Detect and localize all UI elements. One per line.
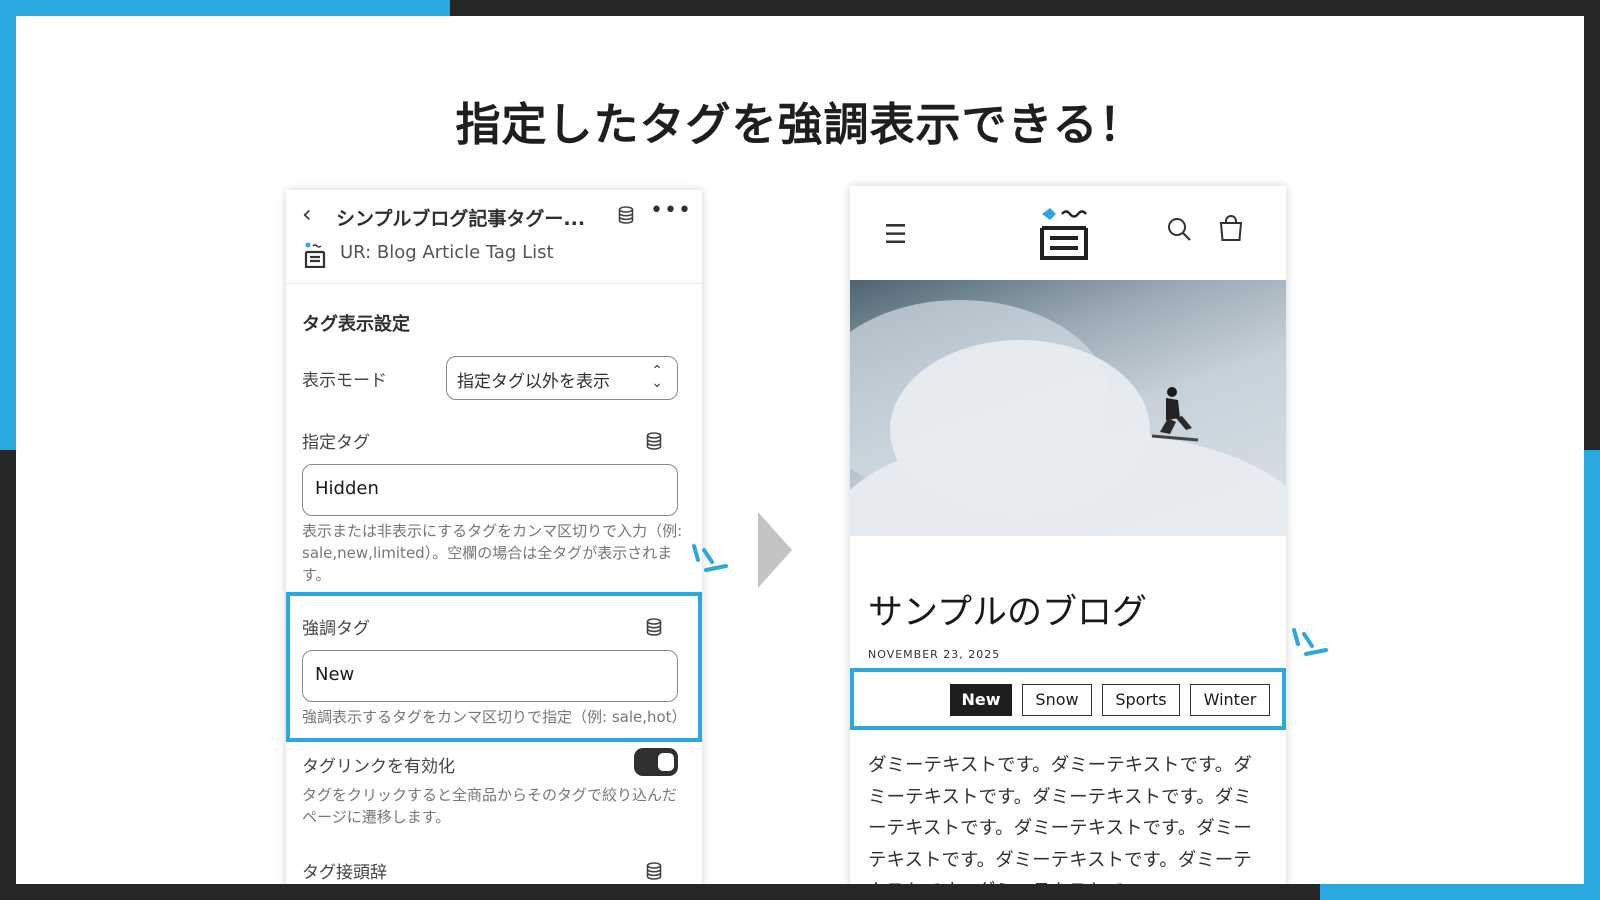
menu-icon[interactable]: ☰ <box>884 220 907 250</box>
display-mode-label: 表示モード <box>302 371 387 391</box>
tag-links-label: タグリンクを有効化 <box>302 757 455 777</box>
tag-new[interactable]: New <box>950 684 1012 716</box>
store-logo-icon[interactable] <box>1038 206 1090 262</box>
database-icon[interactable] <box>618 206 634 224</box>
cart-icon[interactable] <box>1218 214 1244 242</box>
display-mode-select[interactable]: 指定タグ以外を表示 ⌃ ⌄ <box>446 356 678 400</box>
emphasis-spark-icon <box>1292 628 1328 656</box>
post-date: NOVEMBER 23, 2025 <box>868 648 1001 661</box>
tag-snow[interactable]: Snow <box>1022 684 1092 716</box>
highlight-tags-label: 強調タグ <box>302 619 370 639</box>
display-mode-value: 指定タグ以外を表示 <box>457 372 610 392</box>
slide-canvas: 指定したタグを強調表示できる！ ‹ シンプルブログ記事タグー... ••• UR… <box>16 16 1584 884</box>
emphasis-spark-icon <box>692 544 728 572</box>
hero-image <box>850 280 1286 536</box>
blog-title: サンプルのブログ <box>868 593 1147 633</box>
tag-winter[interactable]: Winter <box>1190 684 1270 716</box>
settings-panel: ‹ シンプルブログ記事タグー... ••• UR: Blog Article T… <box>286 190 702 884</box>
tag-prefix-label: タグ接頭辞 <box>302 863 387 883</box>
section-title: タグ表示設定 <box>302 314 410 335</box>
app-logo-icon <box>304 242 326 269</box>
headline: 指定したタグを強調表示できる！ <box>455 98 1145 151</box>
tag-links-toggle[interactable] <box>634 748 678 776</box>
block-title: シンプルブログ記事タグー... <box>336 208 586 230</box>
database-icon[interactable] <box>646 432 662 450</box>
panel-header: ‹ シンプルブログ記事タグー... ••• UR: Blog Article T… <box>286 190 702 284</box>
highlight-tags-help: 強調表示するタグをカンマ区切りで指定（例: sale,hot） <box>302 708 687 726</box>
specified-tags-label: 指定タグ <box>302 433 370 453</box>
snowboarder-figure <box>1151 387 1199 442</box>
highlight-tags-input[interactable]: New <box>302 650 678 702</box>
database-icon[interactable] <box>646 618 662 636</box>
tag-links-help: タグをクリックすると全商品からそのタグで絞り込んだページに遷移します。 <box>302 786 678 826</box>
toggle-knob <box>658 753 674 771</box>
select-chevron-icon: ⌃ ⌄ <box>651 363 663 391</box>
more-options-icon[interactable]: ••• <box>650 198 692 223</box>
specified-tags-help: 表示または非表示にするタグをカンマ区切りで入力（例: sale,new,limi… <box>302 522 683 584</box>
tag-list: New Snow Sports Winter <box>850 668 1286 730</box>
specified-tags-input[interactable]: Hidden <box>302 464 678 516</box>
article-body: ダミーテキストです。ダミーテキストです。ダミーテキストです。ダミーテキストです。… <box>868 755 1252 884</box>
back-chevron-icon[interactable]: ‹ <box>302 200 312 228</box>
accent-bar-top <box>0 0 450 16</box>
database-icon[interactable] <box>646 862 662 880</box>
app-name: UR: Blog Article Tag List <box>340 242 554 263</box>
accent-bar-bottom <box>1320 884 1600 900</box>
accent-bar-left <box>0 0 16 450</box>
storefront-preview: ☰ サンプルのブログ NOVEMBER 23, 2025 New Snow Sp… <box>850 186 1286 884</box>
next-arrow-icon <box>758 512 792 588</box>
tag-sports[interactable]: Sports <box>1102 684 1180 716</box>
accent-bar-right <box>1584 450 1600 900</box>
search-icon[interactable] <box>1166 216 1192 242</box>
